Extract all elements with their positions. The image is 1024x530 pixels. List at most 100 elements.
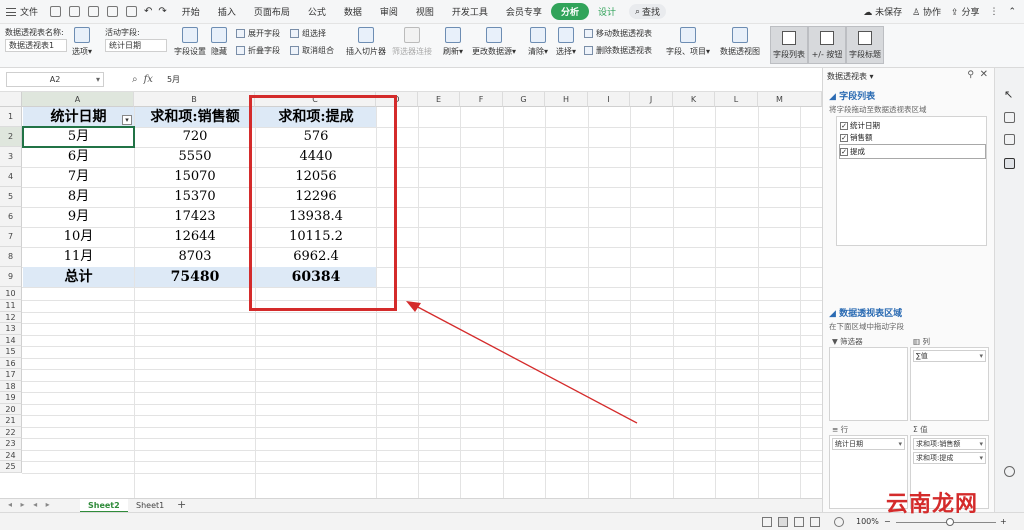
pivot-total-sales[interactable]: 75480	[135, 267, 255, 287]
zoom-out-icon[interactable]: −	[884, 517, 891, 526]
row-header-2[interactable]: 2	[0, 127, 22, 147]
column-header-j[interactable]: J	[630, 92, 673, 107]
pivot-row-label[interactable]: 8月	[23, 187, 134, 207]
tab-design[interactable]: 设计	[589, 5, 625, 18]
pane-title[interactable]: 数据透视表 ▾	[827, 71, 874, 82]
adjust-icon[interactable]	[1004, 112, 1015, 123]
save-icon[interactable]	[69, 6, 81, 17]
pivot-row-label[interactable]: 9月	[23, 207, 134, 227]
row-header-19[interactable]: 19	[0, 392, 22, 404]
pivot-sales-value[interactable]: 5550	[135, 147, 255, 167]
tab-developer[interactable]: 开发工具	[443, 5, 497, 18]
row-header-7[interactable]: 7	[0, 227, 22, 247]
file-menu[interactable]: 文件	[20, 5, 46, 18]
column-area-box[interactable]: ∑值	[910, 347, 989, 421]
row-header-14[interactable]: 14	[0, 334, 22, 346]
row-header-24[interactable]: 24	[0, 449, 22, 461]
zoom-level[interactable]: 100%	[856, 517, 879, 526]
cursor-icon[interactable]: ↖	[1004, 88, 1015, 101]
pivot-header-date[interactable]: 统计日期	[23, 107, 134, 127]
column-header-b[interactable]: B	[134, 92, 255, 107]
field-header-toggle[interactable]: 字段标题	[846, 26, 884, 64]
row-header-10[interactable]: 10	[0, 287, 22, 300]
row-header-6[interactable]: 6	[0, 207, 22, 227]
pivot-row-label[interactable]: 5月	[22, 126, 135, 148]
pivot-name-input[interactable]: 数据透视表1	[5, 39, 67, 52]
pivot-chart-button[interactable]: 数据透视图	[720, 27, 760, 57]
fields-items-button[interactable]: 字段、项目▾	[666, 27, 710, 57]
tab-review[interactable]: 审阅	[371, 5, 407, 18]
new-doc-icon[interactable]	[50, 6, 62, 17]
tab-page-layout[interactable]: 页面布局	[245, 5, 299, 18]
row-header-5[interactable]: 5	[0, 187, 22, 207]
filter-area-box[interactable]	[829, 347, 908, 421]
preview-icon[interactable]	[126, 6, 138, 17]
checkbox-checked-icon[interactable]: ✓	[840, 133, 848, 142]
row-header-8[interactable]: 8	[0, 247, 22, 267]
select-all-corner[interactable]	[0, 92, 22, 107]
column-area-item[interactable]: ∑值	[913, 350, 986, 362]
row-header-15[interactable]: 15	[0, 346, 22, 358]
pivot-row-label[interactable]: 10月	[23, 227, 134, 247]
tab-data[interactable]: 数据	[335, 5, 371, 18]
tab-view[interactable]: 视图	[407, 5, 443, 18]
add-sheet-button[interactable]: +	[177, 498, 186, 511]
field-settings-button[interactable]: 字段设置	[174, 27, 206, 57]
column-header-m[interactable]: M	[758, 92, 822, 107]
column-header-e[interactable]: E	[418, 92, 460, 107]
sheet-nav-arrows[interactable]: ◂ ▸ ◂ ▸	[8, 500, 53, 509]
active-field-input[interactable]: 统计日期	[105, 39, 167, 52]
row-header-1[interactable]: 1	[0, 107, 22, 127]
pivot-sales-value[interactable]: 15070	[135, 167, 255, 187]
field-item-commission[interactable]: ✓ 提成	[839, 144, 986, 159]
field-item-sales[interactable]: ✓ 销售额	[840, 132, 873, 143]
row-header-12[interactable]: 12	[0, 311, 22, 323]
row-header-9[interactable]: 9	[0, 267, 22, 287]
tab-insert[interactable]: 插入	[209, 5, 245, 18]
row-header-3[interactable]: 3	[0, 147, 22, 167]
page-break-icon[interactable]	[810, 517, 820, 527]
tab-member[interactable]: 会员专享	[497, 5, 551, 18]
expand-field-button[interactable]: 展开字段	[236, 28, 280, 39]
row-header-25[interactable]: 25	[0, 461, 22, 473]
collab-button[interactable]: ♙ 协作	[912, 5, 941, 18]
row-header-11[interactable]: 11	[0, 300, 22, 312]
row-area-item[interactable]: 统计日期	[832, 438, 905, 450]
select-button[interactable]: 选择▾	[556, 27, 576, 57]
sheet-tab-sheet1[interactable]: Sheet1	[128, 499, 172, 513]
pivot-sales-value[interactable]: 720	[135, 127, 255, 147]
pivot-sales-value[interactable]: 12644	[135, 227, 255, 247]
pivot-total-label[interactable]: 总计	[23, 267, 134, 287]
row-header-18[interactable]: 18	[0, 380, 22, 392]
row-header-23[interactable]: 23	[0, 438, 22, 450]
pivot-sales-value[interactable]: 8703	[135, 247, 255, 267]
zoom-in-icon[interactable]: +	[1000, 517, 1007, 526]
field-list-toggle[interactable]: 字段列表	[770, 26, 808, 64]
pivot-header-sales[interactable]: 求和项:销售额	[135, 107, 255, 127]
zoom-slider-handle[interactable]	[946, 518, 954, 526]
value-area-item[interactable]: 求和项:销售额	[913, 438, 986, 450]
clear-button[interactable]: 清除▾	[528, 27, 548, 57]
pivot-pane-icon[interactable]	[1004, 158, 1015, 169]
name-box[interactable]: A2	[6, 72, 104, 87]
worksheet-grid[interactable]: A B C D E F G H I J K L M 1 2 3 4 5 6 7 …	[0, 92, 822, 498]
fx-button[interactable]: fx	[144, 74, 153, 85]
redo-icon[interactable]: ↷	[158, 6, 166, 17]
move-pivot-button[interactable]: 移动数据透视表	[584, 28, 652, 39]
checkbox-checked-icon[interactable]: ✓	[840, 121, 848, 130]
tab-home[interactable]: 开始	[173, 5, 209, 18]
normal-view-icon[interactable]	[778, 517, 788, 527]
row-header-21[interactable]: 21	[0, 415, 22, 427]
column-header-k[interactable]: K	[673, 92, 715, 107]
row-header-22[interactable]: 22	[0, 426, 22, 438]
zoom-formula-icon[interactable]: ⌕	[132, 74, 138, 85]
column-header-a[interactable]: A	[22, 92, 134, 107]
column-header-f[interactable]: F	[460, 92, 503, 107]
row-header-16[interactable]: 16	[0, 357, 22, 369]
print-icon[interactable]	[107, 6, 119, 17]
eye-protect-icon[interactable]	[834, 517, 844, 527]
close-icon[interactable]: ✕	[980, 69, 988, 80]
share-button[interactable]: ⇪ 分享	[951, 5, 979, 18]
pivot-row-label[interactable]: 6月	[23, 147, 134, 167]
row-header-17[interactable]: 17	[0, 369, 22, 381]
